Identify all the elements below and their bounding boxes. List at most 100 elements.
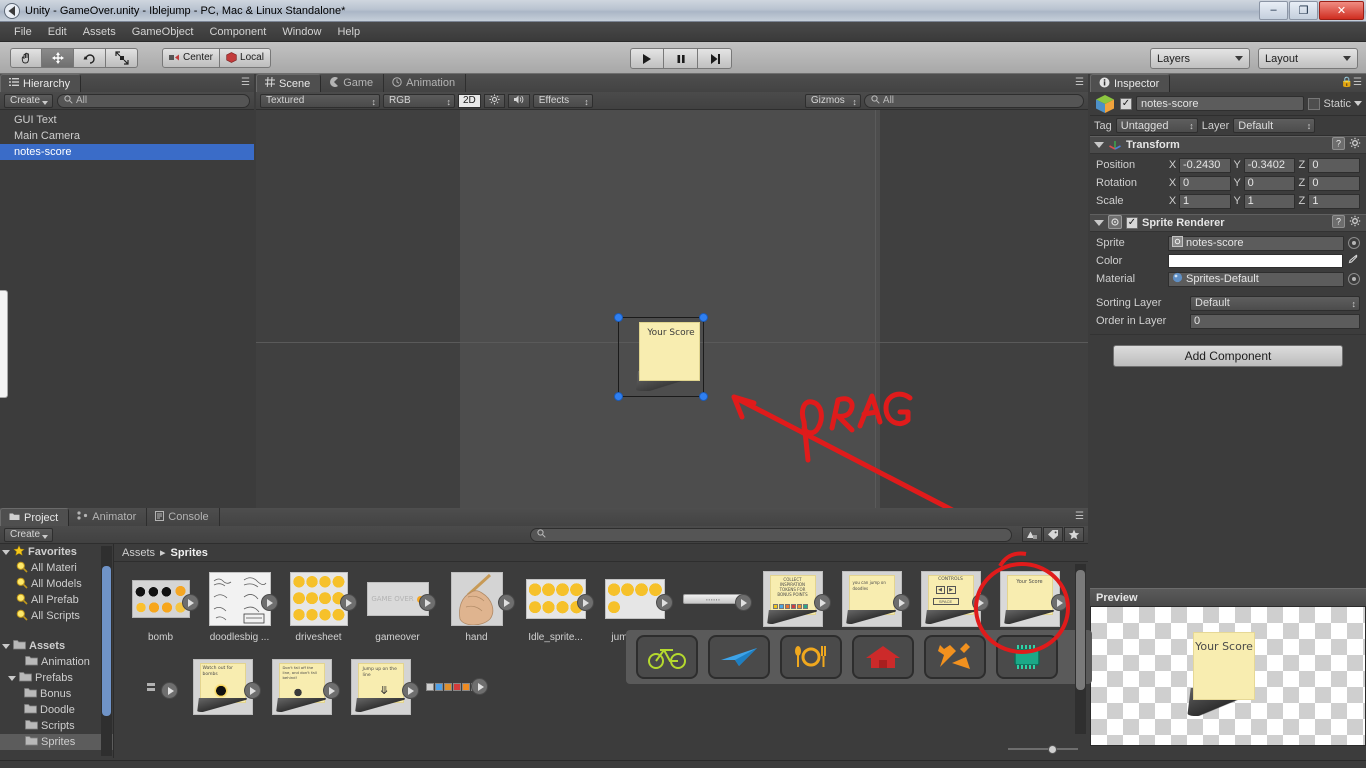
- asset-item-bomb[interactable]: bomb: [122, 570, 199, 658]
- menu-window[interactable]: Window: [274, 24, 329, 40]
- sprite-renderer-enabled-checkbox[interactable]: ✓: [1126, 217, 1138, 229]
- asset-play-badge[interactable]: [971, 594, 989, 611]
- breadcrumb-sprites[interactable]: Sprites: [171, 547, 208, 559]
- foldout-arrow-icon[interactable]: [2, 549, 10, 555]
- tree-item-favorites[interactable]: Favorites: [0, 544, 113, 560]
- static-toggle[interactable]: Static: [1308, 97, 1362, 110]
- position-x-input[interactable]: -0.2430: [1179, 157, 1231, 173]
- asset-play-badge[interactable]: [418, 594, 436, 611]
- tree-item-all-models[interactable]: All Models: [0, 576, 113, 592]
- zoom-slider-knob[interactable]: [1048, 744, 1057, 754]
- scene-viewport[interactable]: Your Score DRAG: [256, 110, 1088, 524]
- breadcrumb-assets[interactable]: Assets: [122, 547, 155, 559]
- color-swatch[interactable]: [1168, 254, 1343, 268]
- foldout-arrow-icon[interactable]: [1094, 220, 1104, 226]
- position-y-input[interactable]: -0.3402: [1243, 157, 1296, 173]
- tab-console[interactable]: Console: [147, 508, 220, 526]
- play-button[interactable]: [630, 48, 664, 69]
- move-tool-button[interactable]: [42, 47, 74, 68]
- minimize-button[interactable]: –: [1259, 0, 1288, 20]
- tab-project[interactable]: Project: [0, 508, 70, 526]
- gizmo-handle-tr[interactable]: [699, 313, 708, 322]
- navbar-icon-strip[interactable]: [626, 630, 1092, 684]
- tree-item-sprites[interactable]: Sprites: [0, 734, 113, 750]
- menu-help[interactable]: Help: [329, 24, 368, 40]
- add-component-button[interactable]: Add Component: [1113, 345, 1343, 367]
- preview-canvas[interactable]: Your Score: [1090, 606, 1366, 746]
- static-checkbox[interactable]: [1308, 97, 1321, 110]
- hierarchy-item-notes-score[interactable]: notes-score: [0, 144, 254, 160]
- asset-play-badge[interactable]: [892, 594, 910, 611]
- project-create-button[interactable]: Create: [4, 527, 54, 542]
- asset-play-badge[interactable]: [161, 682, 178, 699]
- scale-y-input[interactable]: 1: [1243, 193, 1296, 209]
- label-filter-icon[interactable]: [1043, 527, 1064, 542]
- tab-inspector[interactable]: Inspector: [1090, 74, 1171, 92]
- gear-icon[interactable]: [1349, 137, 1362, 153]
- asset-play-badge[interactable]: [322, 682, 340, 699]
- tab-animator[interactable]: Animator: [69, 508, 148, 526]
- dining-icon[interactable]: [780, 635, 842, 679]
- asset-item-dots[interactable]: [122, 658, 182, 746]
- help-icon[interactable]: ?: [1332, 215, 1345, 231]
- space-mode-button[interactable]: Local: [220, 47, 271, 68]
- inspector-menu-icon[interactable]: 🔒☰: [1341, 78, 1362, 88]
- hierarchy-create-button[interactable]: Create: [4, 93, 54, 108]
- maximize-button[interactable]: ❐: [1289, 0, 1318, 20]
- asset-play-badge[interactable]: [260, 594, 278, 611]
- home-icon[interactable]: [852, 635, 914, 679]
- tree-item-assets[interactable]: Assets: [0, 638, 113, 654]
- tab-scene[interactable]: Scene: [256, 74, 322, 92]
- menu-file[interactable]: File: [6, 24, 40, 40]
- tree-item-scripts[interactable]: Scripts: [0, 718, 113, 734]
- scene-search-input[interactable]: All: [863, 93, 1085, 108]
- position-z-input[interactable]: 0: [1308, 157, 1361, 173]
- chevron-down-icon[interactable]: [1354, 101, 1362, 106]
- hierarchy-search-input[interactable]: All: [57, 93, 250, 108]
- menu-edit[interactable]: Edit: [40, 24, 75, 40]
- project-tree-scroll-thumb[interactable]: [102, 566, 111, 716]
- gear-icon[interactable]: [1349, 215, 1362, 231]
- layers-dropdown[interactable]: Layers: [1150, 48, 1250, 69]
- eyedropper-icon[interactable]: [1347, 253, 1360, 269]
- asset-grid-scrollbar[interactable]: [1075, 564, 1086, 734]
- tree-item-bonus[interactable]: Bonus: [0, 686, 113, 702]
- asset-play-badge[interactable]: [576, 594, 594, 611]
- gizmo-handle-tl[interactable]: [614, 313, 623, 322]
- close-button[interactable]: ✕: [1319, 0, 1364, 20]
- tab-game[interactable]: Game: [321, 74, 385, 92]
- tools-icon[interactable]: [924, 635, 986, 679]
- tree-item-doodle[interactable]: Doodle: [0, 702, 113, 718]
- asset-grid-scroll-thumb[interactable]: [1076, 570, 1085, 690]
- hierarchy-item-gui-text[interactable]: GUI Text: [0, 112, 254, 128]
- layout-dropdown[interactable]: Layout: [1258, 48, 1358, 69]
- pivot-mode-button[interactable]: Center: [162, 47, 221, 68]
- project-tree-scrollbar[interactable]: [101, 546, 112, 756]
- component-header-transform[interactable]: Transform ?: [1090, 136, 1366, 154]
- gizmo-handle-bl[interactable]: [614, 392, 623, 401]
- asset-play-badge[interactable]: [243, 682, 261, 699]
- sprite-object-field[interactable]: notes-score: [1168, 235, 1344, 251]
- type-filter-icon[interactable]: [1022, 527, 1043, 542]
- tab-animation[interactable]: Animation: [384, 74, 467, 92]
- asset-item-note-jumpline[interactable]: Jump up on the line ⤋: [342, 658, 419, 746]
- help-icon[interactable]: ?: [1332, 137, 1345, 153]
- gizmo-handle-br[interactable]: [699, 392, 708, 401]
- tree-item-animation[interactable]: Animation: [0, 654, 113, 670]
- asset-play-badge[interactable]: [401, 682, 419, 699]
- component-header-sprite-renderer[interactable]: ✓ Sprite Renderer ?: [1090, 214, 1366, 232]
- asset-zoom-slider[interactable]: [1008, 743, 1078, 755]
- asset-play-badge[interactable]: [813, 594, 831, 611]
- asset-item-drivesheet[interactable]: drivesheet: [280, 570, 357, 658]
- tab-hierarchy[interactable]: Hierarchy: [0, 74, 82, 92]
- object-enabled-checkbox[interactable]: ✓: [1120, 97, 1132, 110]
- menu-assets[interactable]: Assets: [75, 24, 124, 40]
- paper-plane-icon[interactable]: [708, 635, 770, 679]
- asset-item-hand[interactable]: hand: [438, 570, 515, 658]
- scene-audio-toggle[interactable]: [507, 93, 530, 108]
- asset-play-badge[interactable]: [339, 594, 357, 611]
- scene-lighting-toggle[interactable]: [483, 93, 505, 108]
- asset-item-note-bombs[interactable]: Watch out for bombs: [184, 658, 261, 746]
- render-mode-dropdown[interactable]: RGB: [383, 93, 455, 109]
- sorting-layer-dropdown[interactable]: Default: [1190, 295, 1360, 312]
